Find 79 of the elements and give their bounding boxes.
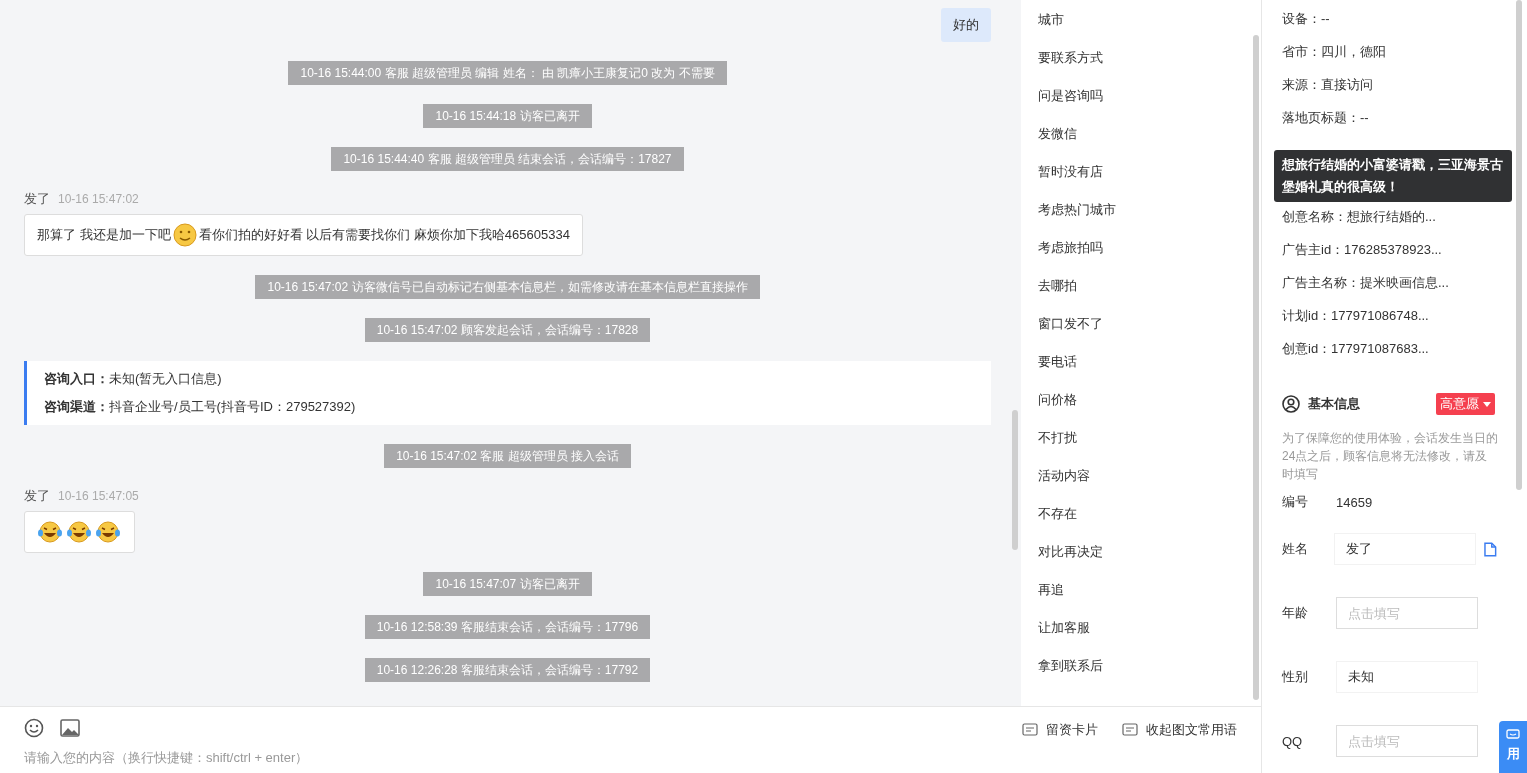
field-label: 姓名 — [1282, 540, 1309, 558]
section-title: 基本信息 — [1308, 395, 1360, 413]
detail-row-text: 创意名称：想旅行结婚的... — [1282, 208, 1437, 226]
smiley-icon — [172, 223, 197, 247]
laughing-icon — [66, 520, 92, 544]
message-time: 10-16 15:47:05 — [58, 489, 139, 503]
field-label: QQ — [1282, 733, 1304, 749]
toolbar-link[interactable]: 留资卡片 — [1022, 721, 1098, 739]
field-value: 14659 — [1336, 494, 1373, 510]
system-notice: 10-16 15:44:00 客服 超级管理员 编辑 姓名： 由 凯瘴小王康复记0 改为 不需要 — [288, 61, 727, 85]
message-bubble: 好的 — [941, 8, 991, 42]
toolbar-link[interactable]: 收起图文常用语 — [1122, 721, 1237, 739]
system-notice: 10-16 15:47:07 访客已离开 — [423, 572, 592, 596]
quick-reply-item[interactable]: 要联系方式 — [1038, 49, 1261, 87]
input-field[interactable]: 点击填写 — [1336, 597, 1478, 629]
card-icon — [1022, 723, 1038, 737]
input-field[interactable]: 未知 — [1336, 661, 1478, 693]
caret-icon — [1483, 401, 1491, 407]
copy-icon[interactable] — [1484, 541, 1497, 557]
message-time: 10-16 15:47:02 — [58, 192, 139, 206]
system-notice: 10-16 15:44:40 客服 超级管理员 结束会话，会话编号：17827 — [331, 147, 684, 171]
system-notice: 10-16 15:47:02 访客微信号已自动标记右侧基本信息栏，如需修改请在基本信息栏直接操作 — [255, 275, 760, 299]
chat-icon — [1506, 729, 1520, 741]
info-value: 未知(暂无入口信息) — [109, 371, 222, 386]
sender-name: 发了 — [24, 487, 50, 505]
intent-dropdown[interactable]: 高意愿 — [1436, 393, 1495, 415]
field-label: 性别 — [1282, 668, 1309, 686]
laughing-icon — [37, 520, 63, 544]
detail-row-text: 广告主id：176285378923... — [1282, 241, 1443, 259]
card-icon — [1122, 723, 1138, 737]
quick-reply-item[interactable]: 对比再决定 — [1038, 543, 1261, 581]
scrollbar[interactable] — [1012, 410, 1018, 550]
laughing-icon — [95, 520, 121, 544]
info-label: 咨询渠道： — [44, 399, 109, 414]
image-icon[interactable] — [60, 719, 80, 737]
detail-row-text: 创意id：177971087683... — [1282, 340, 1430, 358]
quick-reply-item[interactable]: 活动内容 — [1038, 467, 1261, 505]
scrollbar[interactable] — [1253, 35, 1259, 700]
detail-row-text: 计划id：177971086748... — [1282, 307, 1430, 325]
system-notice: 10-16 15:47:02 顾客发起会话，会话编号：17828 — [364, 318, 651, 342]
quick-reply-item[interactable]: 考虑旅拍吗 — [1038, 239, 1261, 277]
quick-reply-item[interactable]: 拿到联系后 — [1038, 657, 1261, 695]
quick-reply-item[interactable]: 问价格 — [1038, 391, 1261, 429]
quick-reply-item[interactable]: 问是咨询吗 — [1038, 87, 1261, 125]
system-notice: 10-16 15:47:02 客服 超级管理员 接入会话 — [384, 444, 631, 468]
detail-row-text: 广告主名称：提米映画信息... — [1282, 274, 1450, 292]
tooltip: 想旅行结婚的小富婆请戳，三亚海景古堡婚礼真的很高级！ — [1274, 150, 1512, 202]
user-icon — [1282, 395, 1300, 413]
message-input[interactable]: 请输入您的内容（换行快捷键：shift/ctrl + enter） — [24, 750, 724, 765]
input-field[interactable]: 点击填写 — [1336, 725, 1478, 757]
quick-reply-item[interactable]: 暂时没有店 — [1038, 163, 1261, 201]
quick-reply-item[interactable]: 窗口发不了 — [1038, 315, 1261, 353]
system-notice: 10-16 12:26:28 客服结束会话，会话编号：17792 — [364, 658, 651, 682]
detail-row-text: 设备：-- — [1282, 10, 1331, 28]
info-label: 咨询入口： — [44, 371, 109, 386]
message-text: 那算了 我还是加一下吧 — [37, 226, 171, 244]
quick-reply-item[interactable]: 让加客服 — [1038, 619, 1261, 657]
quick-reply-item[interactable]: 发微信 — [1038, 125, 1261, 163]
field-label: 编号 — [1282, 493, 1309, 511]
field-label: 年龄 — [1282, 604, 1309, 622]
info-value: 抖音企业号/员工号(抖音号ID：279527392) — [109, 399, 356, 414]
system-notice: 10-16 15:44:18 访客已离开 — [423, 104, 592, 128]
quick-reply-item[interactable]: 不存在 — [1038, 505, 1261, 543]
quick-reply-item[interactable]: 要电话 — [1038, 353, 1261, 391]
scrollbar[interactable] — [1516, 0, 1522, 490]
sender-name: 发了 — [24, 190, 50, 208]
quick-reply-item[interactable]: 考虑热门城市 — [1038, 201, 1261, 239]
quick-reply-item[interactable]: 再追 — [1038, 581, 1261, 619]
quick-reply-item[interactable]: 城市 — [1038, 11, 1261, 49]
detail-row-text: 落地页标题：-- — [1282, 109, 1370, 127]
detail-row-text: 来源：直接访问 — [1282, 76, 1374, 94]
input-field[interactable]: 发了 — [1334, 533, 1477, 565]
system-notice: 10-16 12:58:39 客服结束会话，会话编号：17796 — [364, 615, 651, 639]
emoji-icon[interactable] — [24, 718, 44, 738]
message-text: 看你们拍的好好看 以后有需要找你们 麻烦你加下我哈465605334 — [198, 226, 570, 244]
quick-reply-item[interactable]: 不打扰 — [1038, 429, 1261, 467]
notice-text: 为了保障您的使用体验，会话发生当日的24点之后，顾客信息将无法修改，请及时填写 — [1282, 430, 1498, 483]
detail-row-text: 省市：四川，德阳 — [1282, 43, 1387, 61]
quick-reply-item[interactable]: 去哪拍 — [1038, 277, 1261, 315]
